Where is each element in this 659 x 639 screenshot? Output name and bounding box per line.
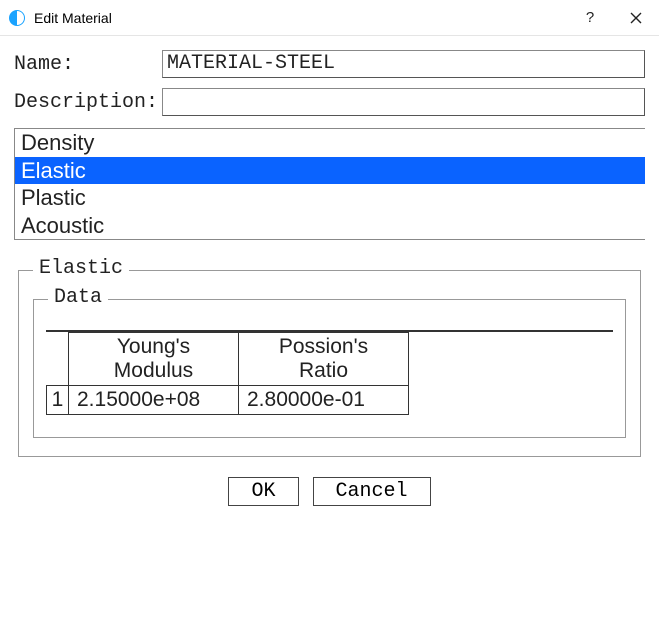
data-group-title: Data (48, 286, 108, 309)
data-cell[interactable]: 2.15000e+08 (69, 386, 239, 415)
app-icon (8, 9, 26, 27)
behavior-item-plastic[interactable]: Plastic (15, 184, 645, 212)
close-button[interactable] (613, 0, 659, 36)
description-label: Description: (14, 91, 162, 114)
help-button[interactable]: ? (567, 0, 613, 36)
elastic-group: Elastic Data Young'sModulusPossion'sRati… (18, 270, 641, 457)
data-table-wrap: Young'sModulusPossion'sRatio12.15000e+08… (46, 330, 613, 415)
row-number-header (47, 333, 69, 386)
description-row: Description: (14, 88, 645, 116)
name-row: Name: MATERIAL-STEEL (14, 50, 645, 78)
name-label: Name: (14, 53, 162, 76)
behavior-item-elastic[interactable]: Elastic (15, 157, 645, 185)
dialog-content: Name: MATERIAL-STEEL Description: Densit… (0, 36, 659, 518)
titlebar: Edit Material ? (0, 0, 659, 36)
window-title: Edit Material (34, 10, 567, 26)
name-input[interactable]: MATERIAL-STEEL (162, 50, 645, 78)
description-input[interactable] (162, 88, 645, 116)
table-row: 12.15000e+082.80000e-01 (47, 386, 409, 415)
data-group: Data Young'sModulusPossion'sRatio12.1500… (33, 299, 626, 438)
data-table: Young'sModulusPossion'sRatio12.15000e+08… (46, 332, 409, 415)
row-number: 1 (47, 386, 69, 415)
data-cell[interactable]: 2.80000e-01 (239, 386, 409, 415)
elastic-group-title: Elastic (33, 257, 129, 280)
behavior-item-density[interactable]: Density (15, 129, 645, 157)
column-header: Possion'sRatio (239, 333, 409, 386)
column-header: Young'sModulus (69, 333, 239, 386)
ok-button[interactable]: OK (228, 477, 298, 506)
button-bar: OK Cancel (14, 477, 645, 506)
behavior-list[interactable]: DensityElasticPlasticAcoustic (14, 128, 645, 240)
behavior-item-acoustic[interactable]: Acoustic (15, 212, 645, 240)
cancel-button[interactable]: Cancel (313, 477, 431, 506)
